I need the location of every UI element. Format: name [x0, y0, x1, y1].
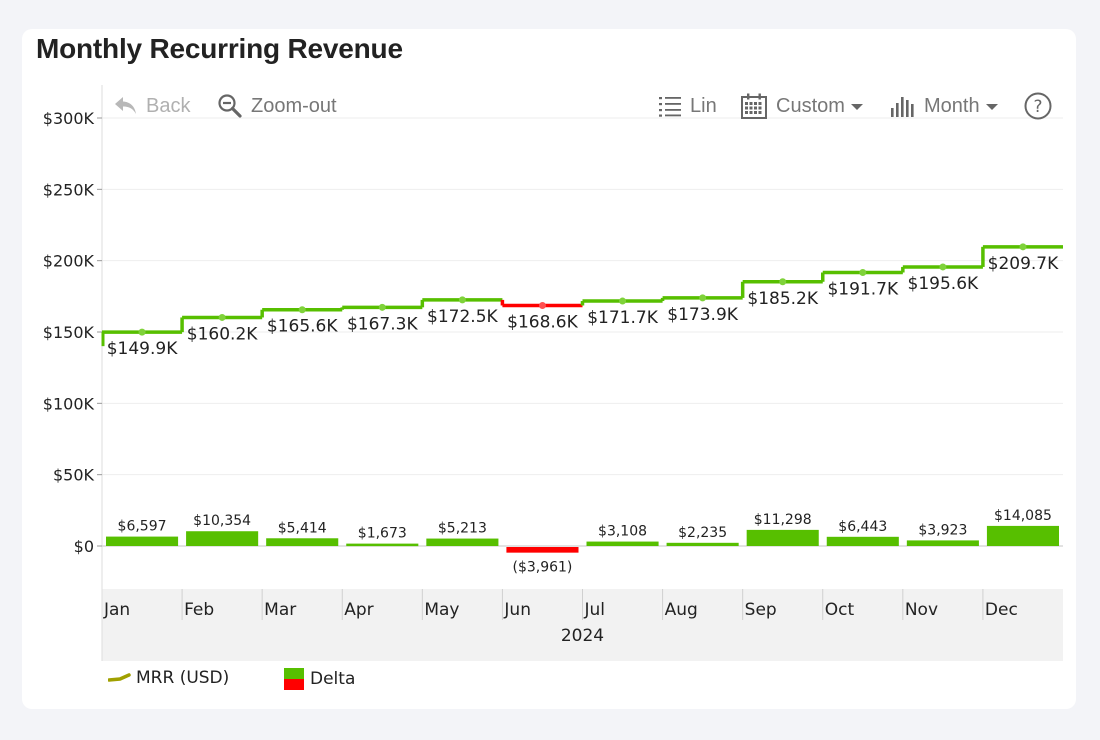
y-tick-label: $200K: [43, 252, 95, 271]
y-tick-label: $100K: [43, 394, 95, 413]
y-axis: $0 $50K $100K $150K $200K $250K $300K: [43, 109, 102, 556]
zoom-out-button[interactable]: Zoom-out: [217, 92, 337, 120]
delta-data-label: $10,354: [193, 513, 251, 529]
x-tick-label: Aug: [665, 600, 698, 620]
date-range-label: Custom: [776, 94, 845, 117]
delta-bar[interactable]: [746, 529, 819, 546]
calendar-icon: [741, 93, 767, 119]
x-tick-label: Apr: [344, 600, 373, 620]
x-tick-label: Nov: [905, 600, 938, 620]
delta-bar[interactable]: [266, 538, 339, 546]
back-button[interactable]: Back: [114, 92, 190, 120]
x-tick-label: Feb: [184, 600, 214, 620]
mrr-point[interactable]: [939, 263, 947, 271]
delta-bar[interactable]: [106, 536, 179, 546]
x-tick-label: Mar: [264, 600, 296, 620]
delta-bar[interactable]: [346, 543, 419, 547]
help-icon: ?: [1024, 92, 1052, 120]
delta-bar[interactable]: [506, 547, 579, 553]
delta-bar[interactable]: [906, 540, 979, 546]
two-tone-swatch-icon: [284, 668, 304, 690]
mrr-data-label: $191.7K: [827, 280, 898, 300]
delta-bar[interactable]: [826, 536, 899, 546]
mrr-data-label: $173.9K: [667, 305, 738, 325]
delta-data-label: $11,298: [754, 512, 812, 528]
delta-data-label: ($3,961): [512, 560, 572, 576]
chevron-down-icon: [850, 104, 863, 110]
delta-bar[interactable]: [666, 542, 739, 546]
legend-label-delta: Delta: [310, 669, 356, 689]
delta-bar[interactable]: [426, 538, 499, 546]
mrr-point[interactable]: [378, 303, 386, 311]
zoom-out-label: Zoom-out: [251, 94, 337, 117]
back-arrow-icon: [115, 97, 136, 114]
mrr-data-label: $168.6K: [507, 312, 578, 332]
mrr-point[interactable]: [699, 294, 707, 302]
back-label: Back: [146, 94, 191, 117]
mrr-point[interactable]: [619, 297, 627, 305]
mrr-data-label: $167.3K: [347, 314, 418, 334]
y-tick-label: $0: [74, 537, 94, 556]
chevron-down-icon: [985, 104, 998, 110]
delta-data-label: $1,673: [358, 526, 407, 542]
zoom-out-icon: [218, 94, 242, 118]
legend-label-mrr: MRR (USD): [136, 668, 230, 688]
delta-data-label: $5,213: [438, 521, 487, 537]
x-tick-label: Jan: [103, 600, 130, 620]
delta-data-label: $2,235: [678, 525, 727, 541]
mrr-point[interactable]: [138, 328, 146, 336]
period-label: Month: [924, 94, 980, 117]
y-tick-label: $300K: [43, 109, 95, 128]
mrr-data-label: $172.5K: [427, 307, 498, 327]
mrr-data-label: $165.6K: [267, 317, 338, 337]
delta-bar[interactable]: [586, 541, 659, 546]
period-dropdown[interactable]: Month: [890, 92, 998, 120]
list-icon: [659, 97, 681, 117]
mrr-point[interactable]: [538, 301, 546, 309]
mrr-point[interactable]: [859, 269, 867, 277]
mrr-data-label: $160.2K: [187, 324, 258, 344]
delta-data-label: $3,108: [598, 524, 647, 540]
delta-data-label: $6,597: [118, 519, 167, 535]
y-tick-label: $50K: [53, 466, 95, 485]
x-tick-label: May: [424, 600, 459, 620]
delta-bar[interactable]: [986, 525, 1059, 546]
legend-item-delta[interactable]: Delta: [284, 668, 355, 690]
mrr-data-label: $149.9K: [107, 339, 178, 359]
mrr-point[interactable]: [1019, 243, 1027, 251]
y-tick-label: $150K: [43, 323, 95, 342]
scale-toggle-button[interactable]: Lin: [658, 92, 717, 120]
mrr-point[interactable]: [779, 278, 787, 286]
mrr-point[interactable]: [218, 313, 226, 321]
scale-label: Lin: [690, 94, 717, 117]
delta-data-label: $6,443: [838, 519, 887, 535]
mrr-data-label: $185.2K: [747, 289, 818, 309]
line-swatch-icon: [108, 673, 131, 682]
help-button[interactable]: ?: [1023, 92, 1061, 120]
x-tick-label: Jul: [584, 600, 606, 620]
delta-bars: [106, 525, 1059, 553]
y-tick-label: $250K: [43, 180, 95, 199]
delta-data-label: $5,414: [278, 520, 327, 536]
mrr-data-label: $171.7K: [587, 308, 658, 328]
delta-data-label: $3,923: [918, 522, 967, 538]
date-range-dropdown[interactable]: Custom: [740, 92, 863, 120]
mrr-data-label: $209.7K: [988, 254, 1059, 274]
legend-item-mrr[interactable]: MRR (USD): [108, 668, 229, 688]
svg-text:?: ?: [1033, 97, 1042, 117]
delta-data-label: $14,085: [994, 508, 1052, 524]
x-axis-year-label: 2024: [561, 626, 604, 646]
x-tick-label: Oct: [825, 600, 855, 620]
delta-bar[interactable]: [186, 531, 259, 546]
x-tick-label: Jun: [503, 600, 531, 620]
mrr-data-label: $195.6K: [908, 274, 979, 294]
mrr-point[interactable]: [458, 296, 466, 304]
x-tick-label: Dec: [985, 600, 1018, 620]
bar-chart-icon: [891, 97, 914, 117]
x-tick-label: Sep: [745, 600, 777, 620]
mrr-point[interactable]: [298, 306, 306, 314]
